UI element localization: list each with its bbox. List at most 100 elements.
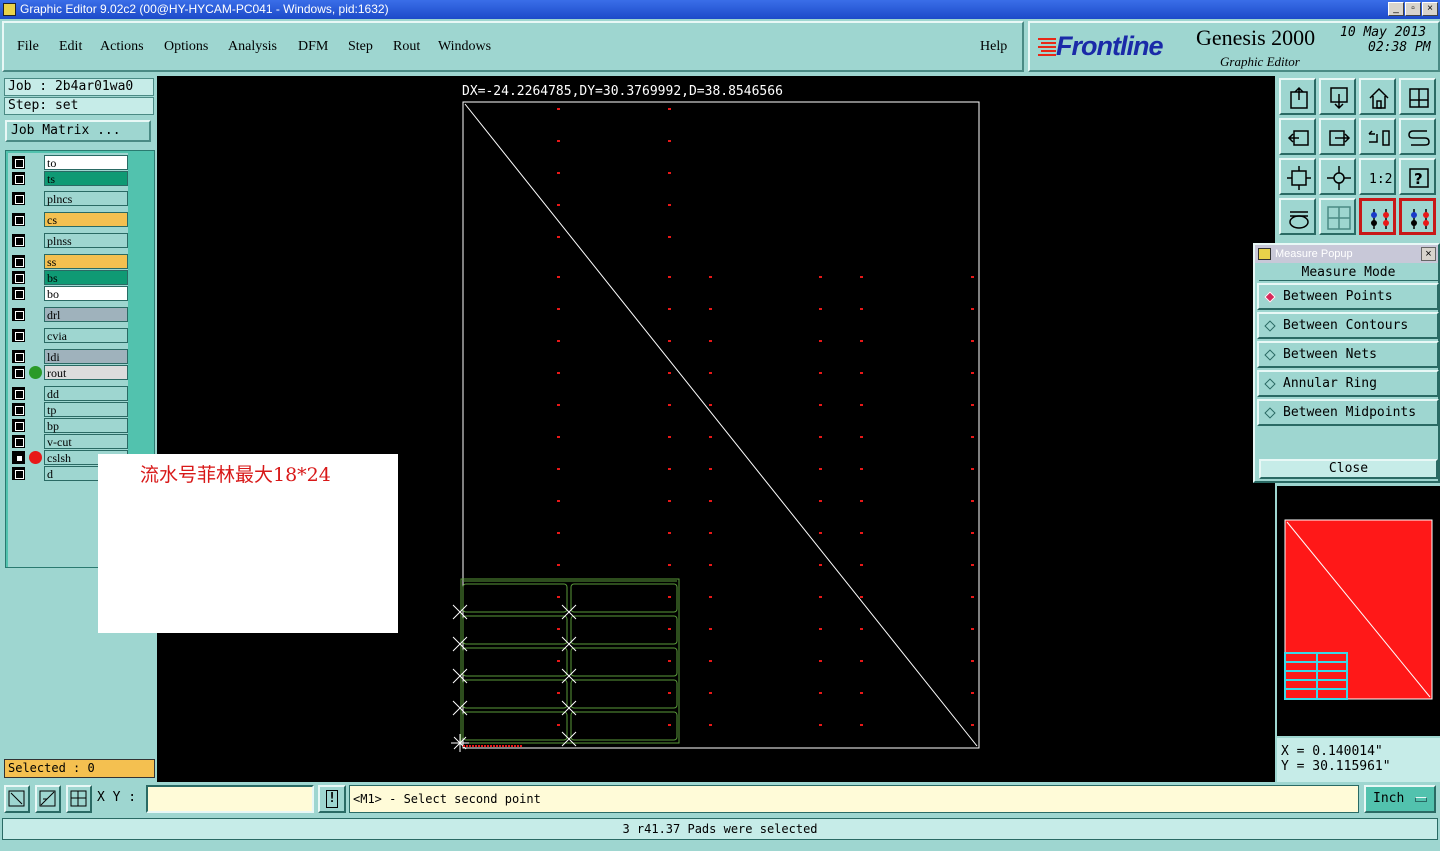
redraw-button[interactable] xyxy=(1399,118,1436,155)
layer-name[interactable]: bp xyxy=(44,418,128,433)
board-drawing[interactable] xyxy=(157,76,1275,782)
download-button[interactable] xyxy=(1319,78,1356,115)
layer-checkbox[interactable] xyxy=(12,172,25,185)
close-window-button[interactable]: × xyxy=(1422,2,1438,16)
layer-name[interactable]: plncs xyxy=(44,191,128,206)
layer-checkbox[interactable] xyxy=(12,156,25,169)
layer-name[interactable]: cvia xyxy=(44,328,128,343)
layer-row-cvia[interactable]: cvia xyxy=(10,328,128,343)
layer-name[interactable]: drl xyxy=(44,307,128,322)
layer-row-dd[interactable]: dd xyxy=(10,386,128,401)
layer-row-bp[interactable]: bp xyxy=(10,418,128,433)
layer-checkbox[interactable] xyxy=(12,308,25,321)
layer-checkbox[interactable] xyxy=(12,366,25,379)
layer-row-ss[interactable]: ss xyxy=(10,254,128,269)
grid-icon xyxy=(1327,206,1351,230)
layers-a-button[interactable] xyxy=(1359,198,1396,235)
layer-name[interactable]: v-cut xyxy=(44,434,128,449)
home-button[interactable] xyxy=(1359,78,1396,115)
layer-checkbox[interactable] xyxy=(12,419,25,432)
layer-checkbox[interactable] xyxy=(12,271,25,284)
layer-name[interactable]: ts xyxy=(44,171,128,186)
zoom-forward-button[interactable] xyxy=(1319,118,1356,155)
layer-row-bo[interactable]: bo xyxy=(10,286,128,301)
layer-row-ldi[interactable]: ldi xyxy=(10,349,128,364)
menu-step[interactable]: Step xyxy=(348,39,373,55)
snap-tool-button[interactable] xyxy=(4,785,30,813)
menu-help[interactable]: Help xyxy=(980,39,1007,55)
layer-checkbox[interactable] xyxy=(12,192,25,205)
job-matrix-button[interactable]: Job Matrix ... xyxy=(5,120,151,142)
measure-option-between-points[interactable]: Between Points xyxy=(1257,283,1439,310)
layer-row-bs[interactable]: bs xyxy=(10,270,128,285)
layer-row-to[interactable]: to xyxy=(10,155,128,170)
layer-name[interactable]: plnss xyxy=(44,233,128,248)
menu-actions[interactable]: Actions xyxy=(100,39,144,55)
minimize-button[interactable]: _ xyxy=(1388,2,1404,16)
popup-close-icon[interactable]: × xyxy=(1421,247,1436,261)
help-button[interactable]: ? xyxy=(1399,158,1436,195)
layer-row-v-cut[interactable]: v-cut xyxy=(10,434,128,449)
grid-tool-button[interactable] xyxy=(66,785,92,813)
popup-titlebar[interactable]: Measure Popup × xyxy=(1255,245,1438,263)
overview-map[interactable] xyxy=(1277,486,1440,736)
layer-checkbox[interactable] xyxy=(12,329,25,342)
units-selector[interactable]: Inch xyxy=(1364,785,1436,813)
grid-button[interactable] xyxy=(1319,198,1356,235)
layer-row-drl[interactable]: drl xyxy=(10,307,128,322)
layer-name[interactable]: cs xyxy=(44,212,128,227)
menu-options[interactable]: Options xyxy=(164,39,208,55)
menu-rout[interactable]: Rout xyxy=(393,39,420,55)
layer-checkbox[interactable] xyxy=(12,234,25,247)
window-titlebar[interactable]: Graphic Editor 9.02c2 (00@HY-HYCAM-PC041… xyxy=(0,0,1440,19)
alert-button[interactable]: ! xyxy=(318,785,346,813)
menu-file[interactable]: File xyxy=(17,39,39,55)
measure-option-between-nets[interactable]: Between Nets xyxy=(1257,341,1439,368)
measure-option-between-midpoints[interactable]: Between Midpoints xyxy=(1257,399,1439,426)
layer-checkbox[interactable] xyxy=(12,287,25,300)
center-button[interactable] xyxy=(1319,158,1356,195)
upload-button[interactable] xyxy=(1279,78,1316,115)
layer-name[interactable]: dd xyxy=(44,386,128,401)
layer-checkbox[interactable] xyxy=(12,451,25,464)
layer-row-plncs[interactable]: plncs xyxy=(10,191,128,206)
measure-tool-button[interactable] xyxy=(35,785,61,813)
xy-input[interactable] xyxy=(146,785,314,813)
close-button[interactable]: Close xyxy=(1259,459,1438,479)
layer-checkbox[interactable] xyxy=(12,403,25,416)
graphic-canvas[interactable]: DX=-24.2264785,DY=30.3769992,D=38.854656… xyxy=(157,76,1275,782)
snap-button[interactable] xyxy=(1279,198,1316,235)
layer-checkbox[interactable] xyxy=(12,467,25,480)
measure-option-between-contours[interactable]: Between Contours xyxy=(1257,312,1439,339)
xy-label: X Y : xyxy=(97,790,137,805)
window-button[interactable] xyxy=(1399,78,1436,115)
layer-checkbox[interactable] xyxy=(12,350,25,363)
restore-button[interactable]: ▫ xyxy=(1405,2,1421,16)
layer-name[interactable]: to xyxy=(44,155,128,170)
swap-button[interactable] xyxy=(1359,118,1396,155)
layer-checkbox[interactable] xyxy=(12,255,25,268)
layer-row-ts[interactable]: ts xyxy=(10,171,128,186)
menu-windows[interactable]: Windows xyxy=(438,39,491,55)
layer-name[interactable]: rout xyxy=(44,365,128,380)
layer-row-rout[interactable]: rout xyxy=(10,365,128,380)
layers-b-button[interactable] xyxy=(1399,198,1436,235)
menu-analysis[interactable]: Analysis xyxy=(228,39,277,55)
layer-name[interactable]: ss xyxy=(44,254,128,269)
scale-1-2-button[interactable]: 1:2 xyxy=(1359,158,1396,195)
layer-row-plnss[interactable]: plnss xyxy=(10,233,128,248)
layer-checkbox[interactable] xyxy=(12,435,25,448)
measure-option-annular-ring[interactable]: Annular Ring xyxy=(1257,370,1439,397)
fit-button[interactable] xyxy=(1279,158,1316,195)
layer-row-cs[interactable]: cs xyxy=(10,212,128,227)
zoom-back-button[interactable] xyxy=(1279,118,1316,155)
layer-name[interactable]: ldi xyxy=(44,349,128,364)
menu-edit[interactable]: Edit xyxy=(59,39,82,55)
menu-dfm[interactable]: DFM xyxy=(298,39,328,55)
layer-checkbox[interactable] xyxy=(12,213,25,226)
layer-name[interactable]: bo xyxy=(44,286,128,301)
layer-row-tp[interactable]: tp xyxy=(10,402,128,417)
layer-checkbox[interactable] xyxy=(12,387,25,400)
layer-name[interactable]: tp xyxy=(44,402,128,417)
layer-name[interactable]: bs xyxy=(44,270,128,285)
